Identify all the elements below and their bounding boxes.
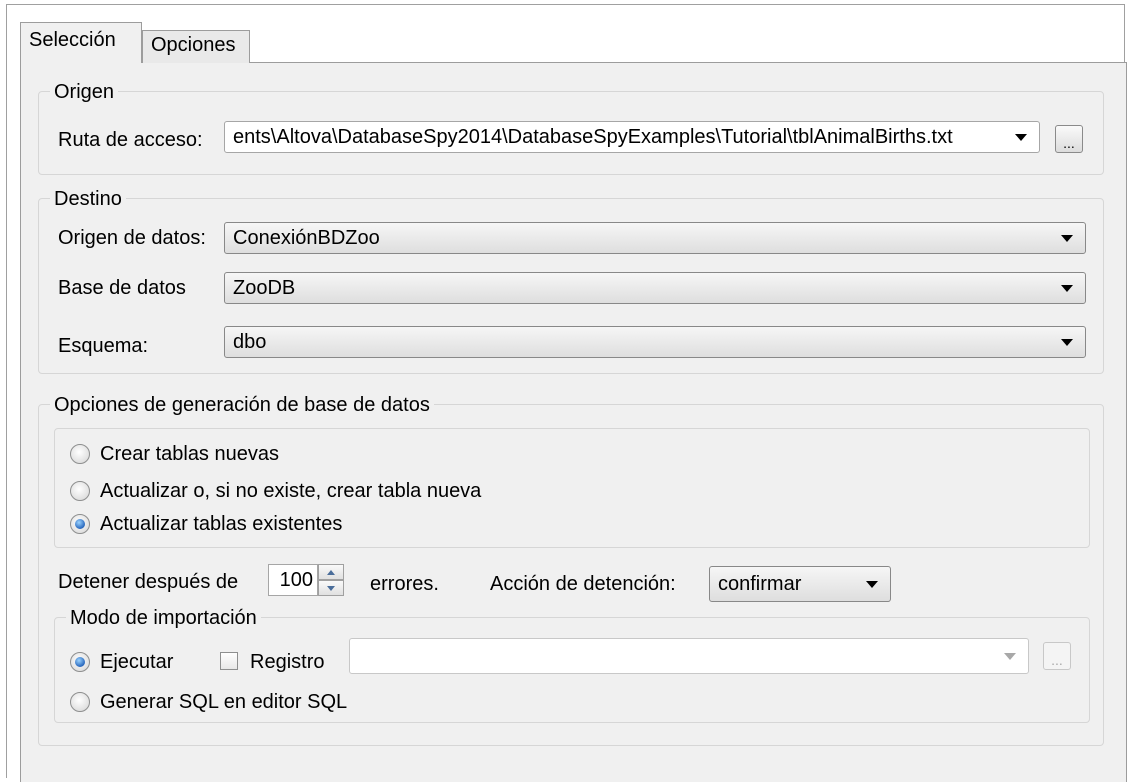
generar-sql-radio[interactable] (70, 692, 90, 712)
ejecutar-label: Ejecutar (100, 651, 174, 673)
tab-seleccion[interactable]: Selección (20, 22, 142, 63)
detener-spin-input[interactable]: 100 (268, 564, 318, 596)
origen-datos-select[interactable]: ConexiónBDZoo (224, 222, 1086, 254)
registro-browse-button[interactable]: ... (1043, 642, 1071, 670)
tab-seleccion-label: Selección (29, 29, 116, 51)
ruta-value: ents\Altova\DatabaseSpy2014\DatabaseSpyE… (233, 125, 953, 148)
spin-down-button[interactable] (318, 580, 344, 596)
base-datos-arrow-icon[interactable] (1061, 284, 1073, 292)
registro-browse-label: ... (1051, 652, 1063, 668)
ruta-combo[interactable]: ents\Altova\DatabaseSpy2014\DatabaseSpyE… (224, 121, 1040, 153)
crear-tablas-label: Crear tablas nuevas (100, 443, 279, 465)
detener-spinner (318, 564, 344, 596)
esquema-arrow-icon[interactable] (1061, 338, 1073, 346)
tab-opciones-label: Opciones (151, 34, 236, 56)
origen-legend: Origen (50, 80, 119, 104)
origen-datos-label: Origen de datos: (58, 227, 206, 249)
origen-datos-arrow-icon[interactable] (1061, 234, 1073, 242)
esquema-value: dbo (233, 330, 267, 353)
actualizar-existentes-label: Actualizar tablas existentes (100, 513, 343, 535)
generar-sql-label: Generar SQL en editor SQL (100, 691, 348, 713)
accion-select[interactable]: confirmar (709, 566, 891, 602)
spin-down-icon (327, 585, 335, 591)
accion-arrow-icon[interactable] (866, 580, 878, 588)
destino-legend: Destino (50, 187, 126, 211)
registro-checkbox[interactable] (220, 652, 238, 670)
base-datos-select[interactable]: ZooDB (224, 272, 1086, 304)
registro-path-combo[interactable] (349, 638, 1029, 674)
detener-label: Detener después de (58, 571, 239, 593)
spin-up-button[interactable] (318, 564, 344, 580)
base-datos-value: ZooDB (233, 276, 296, 299)
ejecutar-radio[interactable] (70, 652, 90, 672)
ruta-dropdown-arrow-icon[interactable] (1015, 133, 1027, 141)
registro-dropdown-arrow-icon[interactable] (1004, 652, 1016, 660)
esquema-label: Esquema: (58, 335, 149, 357)
ruta-browse-button[interactable]: ... (1055, 125, 1083, 153)
ruta-label: Ruta de acceso: (58, 129, 203, 151)
errores-label: errores. (370, 573, 439, 595)
crear-tablas-radio[interactable] (70, 444, 90, 464)
ruta-browse-label: ... (1063, 135, 1075, 151)
spin-up-icon (327, 569, 335, 575)
modo-legend: Modo de importación (66, 606, 261, 630)
actualizar-crear-label: Actualizar o, si no existe, crear tabla … (100, 480, 482, 502)
origen-datos-value: ConexiónBDZoo (233, 226, 380, 249)
tab-opciones[interactable]: Opciones (142, 30, 250, 63)
base-datos-label: Base de datos (58, 277, 186, 299)
actualizar-crear-radio[interactable] (70, 481, 90, 501)
accion-label: Acción de detención: (490, 573, 676, 595)
accion-value: confirmar (718, 572, 802, 595)
esquema-select[interactable]: dbo (224, 326, 1086, 358)
registro-label: Registro (250, 651, 325, 673)
generacion-legend: Opciones de generación de base de datos (50, 393, 434, 417)
actualizar-existentes-radio[interactable] (70, 514, 90, 534)
